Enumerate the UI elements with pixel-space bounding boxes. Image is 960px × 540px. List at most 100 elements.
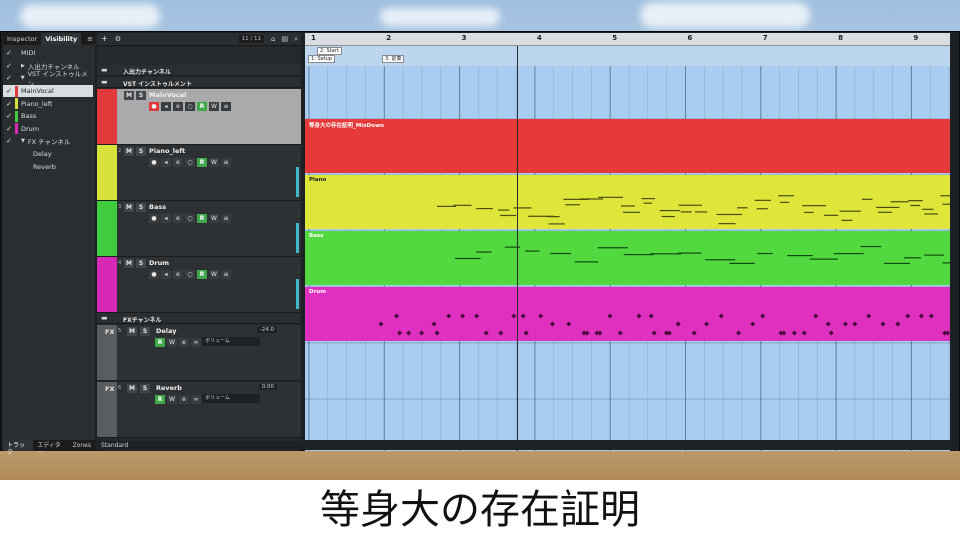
instrument-track[interactable]: 1 M S MainVocal ● ◂ e ○ R W ≡ xyxy=(97,89,301,145)
checkbox-icon[interactable]: ✓ xyxy=(3,112,15,120)
add-track-options-icon[interactable]: ⚙ xyxy=(112,35,124,43)
add-track-icon[interactable]: + xyxy=(97,33,112,45)
monitor-button[interactable]: ◂ xyxy=(161,158,171,167)
solo-button[interactable]: S xyxy=(140,384,150,393)
edit-instrument-icon[interactable]: e xyxy=(173,214,183,223)
edit-instrument-icon[interactable]: e xyxy=(173,158,183,167)
read-automation-button[interactable]: R xyxy=(155,338,165,347)
automation-parameter[interactable]: ボリューム xyxy=(202,337,260,346)
solo-button[interactable]: S xyxy=(136,147,146,156)
instrument-track[interactable]: 2 M S Piano_left ● ◂ e ○ R W ≡ xyxy=(97,145,301,201)
collapse-triangle-icon[interactable]: ▼ xyxy=(21,138,25,144)
mute-button[interactable]: M xyxy=(124,147,134,156)
tab-visibility[interactable]: Visibility xyxy=(41,33,82,45)
volume-value[interactable]: 0.00 xyxy=(258,384,277,390)
monitor-button[interactable]: ◂ xyxy=(161,270,171,279)
write-automation-button[interactable]: W xyxy=(167,395,177,404)
solo-button[interactable]: S xyxy=(136,203,146,212)
home-icon[interactable]: ⌂ xyxy=(268,35,278,43)
visibility-item[interactable]: ✓ Bass xyxy=(3,110,93,123)
link-icon[interactable]: ∞ xyxy=(191,338,201,347)
menu-icon[interactable]: ≡ xyxy=(85,33,95,45)
track-controls: ● ◂ e ○ R W ≡ xyxy=(149,158,231,167)
edit-instrument-icon[interactable]: e xyxy=(173,102,183,111)
checkbox-icon[interactable]: ✓ xyxy=(3,87,15,95)
expand-triangle-icon[interactable]: ▶ xyxy=(21,63,25,69)
write-automation-button[interactable]: W xyxy=(167,338,177,347)
visibility-item[interactable]: Reverb xyxy=(3,160,93,173)
instrument-track[interactable]: 3 M S Bass ● ◂ e ○ R W ≡ xyxy=(97,201,301,257)
solo-button[interactable]: S xyxy=(136,259,146,268)
read-automation-button[interactable]: R xyxy=(155,395,165,404)
automation-parameter[interactable]: ボリューム xyxy=(202,394,260,403)
record-enable-button[interactable]: ● xyxy=(149,270,159,279)
record-enable-button[interactable]: ● xyxy=(149,214,159,223)
checkbox-icon[interactable]: ✓ xyxy=(3,137,15,145)
folder-track[interactable]: ▬ VST インストゥルメント xyxy=(97,77,301,88)
visibility-item[interactable]: ✓▼VST インストゥルメン xyxy=(3,70,93,88)
tab-track[interactable]: トラック xyxy=(3,440,34,456)
more-icon[interactable]: ≡ xyxy=(221,102,231,111)
record-enable-button[interactable]: ● xyxy=(149,158,159,167)
drum-hit xyxy=(828,330,834,336)
edit-instrument-icon[interactable]: e xyxy=(173,270,183,279)
checkbox-icon[interactable]: ✓ xyxy=(3,125,15,133)
track-height-preset[interactable]: Standard xyxy=(101,442,128,449)
solo-button[interactable]: S xyxy=(140,327,150,336)
folder-track[interactable]: ▬ FXチャンネル xyxy=(97,313,301,324)
loop-icon[interactable]: ○ xyxy=(185,214,195,223)
midi-notes-overlay xyxy=(378,195,950,336)
fx-channel-track[interactable]: FX 5 M S Delay -24.0 R We ∞ ボリューム xyxy=(97,325,301,381)
write-automation-button[interactable]: W xyxy=(209,158,219,167)
tab-editor[interactable]: エディター xyxy=(33,440,68,456)
read-automation-button[interactable]: R xyxy=(197,270,207,279)
checkbox-icon[interactable]: ✓ xyxy=(3,100,15,108)
read-automation-button[interactable]: R xyxy=(197,214,207,223)
monitor-button[interactable]: ◂ xyxy=(161,214,171,223)
mute-button[interactable]: M xyxy=(127,327,137,336)
layout-icon[interactable]: ▤ xyxy=(278,35,291,43)
loop-icon[interactable]: ○ xyxy=(185,102,195,111)
tab-zones[interactable]: Zones xyxy=(69,440,95,451)
visibility-item[interactable]: ✓ Piano_left xyxy=(3,97,93,110)
solo-button[interactable]: S xyxy=(136,91,146,100)
more-icon[interactable]: ≡ xyxy=(221,270,231,279)
mute-button[interactable]: M xyxy=(127,384,137,393)
more-icon[interactable]: ≡ xyxy=(221,158,231,167)
checkbox-icon[interactable]: ✓ xyxy=(3,74,15,82)
monitor-button[interactable]: ◂ xyxy=(161,102,171,111)
checkbox-icon[interactable]: ✓ xyxy=(3,49,15,57)
collapse-triangle-icon[interactable]: ▼ xyxy=(21,75,25,81)
mute-button[interactable]: M xyxy=(124,259,134,268)
visibility-item[interactable]: Delay xyxy=(3,148,93,161)
track-name: Drum xyxy=(149,259,170,267)
read-automation-button[interactable]: R xyxy=(197,102,207,111)
link-icon[interactable]: ∞ xyxy=(191,395,201,404)
folder-track[interactable]: ▬ 入出力チャンネル xyxy=(97,65,301,76)
visibility-item[interactable]: ✓ Drum xyxy=(3,123,93,136)
instrument-track[interactable]: 4 M S Drum ● ◂ e ○ R W ≡ xyxy=(97,257,301,313)
mute-button[interactable]: M xyxy=(124,203,134,212)
vertical-scrollbar[interactable] xyxy=(950,33,959,451)
tab-inspector[interactable]: Inspector xyxy=(3,33,41,45)
more-icon[interactable]: ≡ xyxy=(221,214,231,223)
checkbox-icon[interactable]: ✓ xyxy=(3,62,15,70)
read-automation-button[interactable]: R xyxy=(197,158,207,167)
volume-value[interactable]: -24.0 xyxy=(256,327,277,333)
search-icon[interactable]: ⌕ xyxy=(291,35,301,44)
record-enable-button[interactable]: ● xyxy=(149,102,159,111)
write-automation-button[interactable]: W xyxy=(209,214,219,223)
visibility-item[interactable]: ✓ ▼ FX チャンネル xyxy=(3,135,93,148)
visibility-item[interactable]: ✓ MainVocal xyxy=(3,84,93,98)
edit-channel-icon[interactable]: e xyxy=(179,338,189,347)
loop-icon[interactable]: ○ xyxy=(185,158,195,167)
project-window-arrange[interactable]: 123456789 2: Start 1: Setup 3: 前奏 等身大の存在証明… xyxy=(305,33,950,451)
edit-channel-icon[interactable]: e xyxy=(179,395,189,404)
horizontal-scrollbar[interactable] xyxy=(305,440,950,450)
mute-button[interactable]: M xyxy=(124,91,134,100)
fx-channel-track[interactable]: FX 6 M S Reverb 0.00 R We ∞ ボリューム xyxy=(97,382,301,438)
loop-icon[interactable]: ○ xyxy=(185,270,195,279)
visibility-item[interactable]: ✓ MIDI xyxy=(3,47,93,60)
write-automation-button[interactable]: W xyxy=(209,102,219,111)
write-automation-button[interactable]: W xyxy=(209,270,219,279)
